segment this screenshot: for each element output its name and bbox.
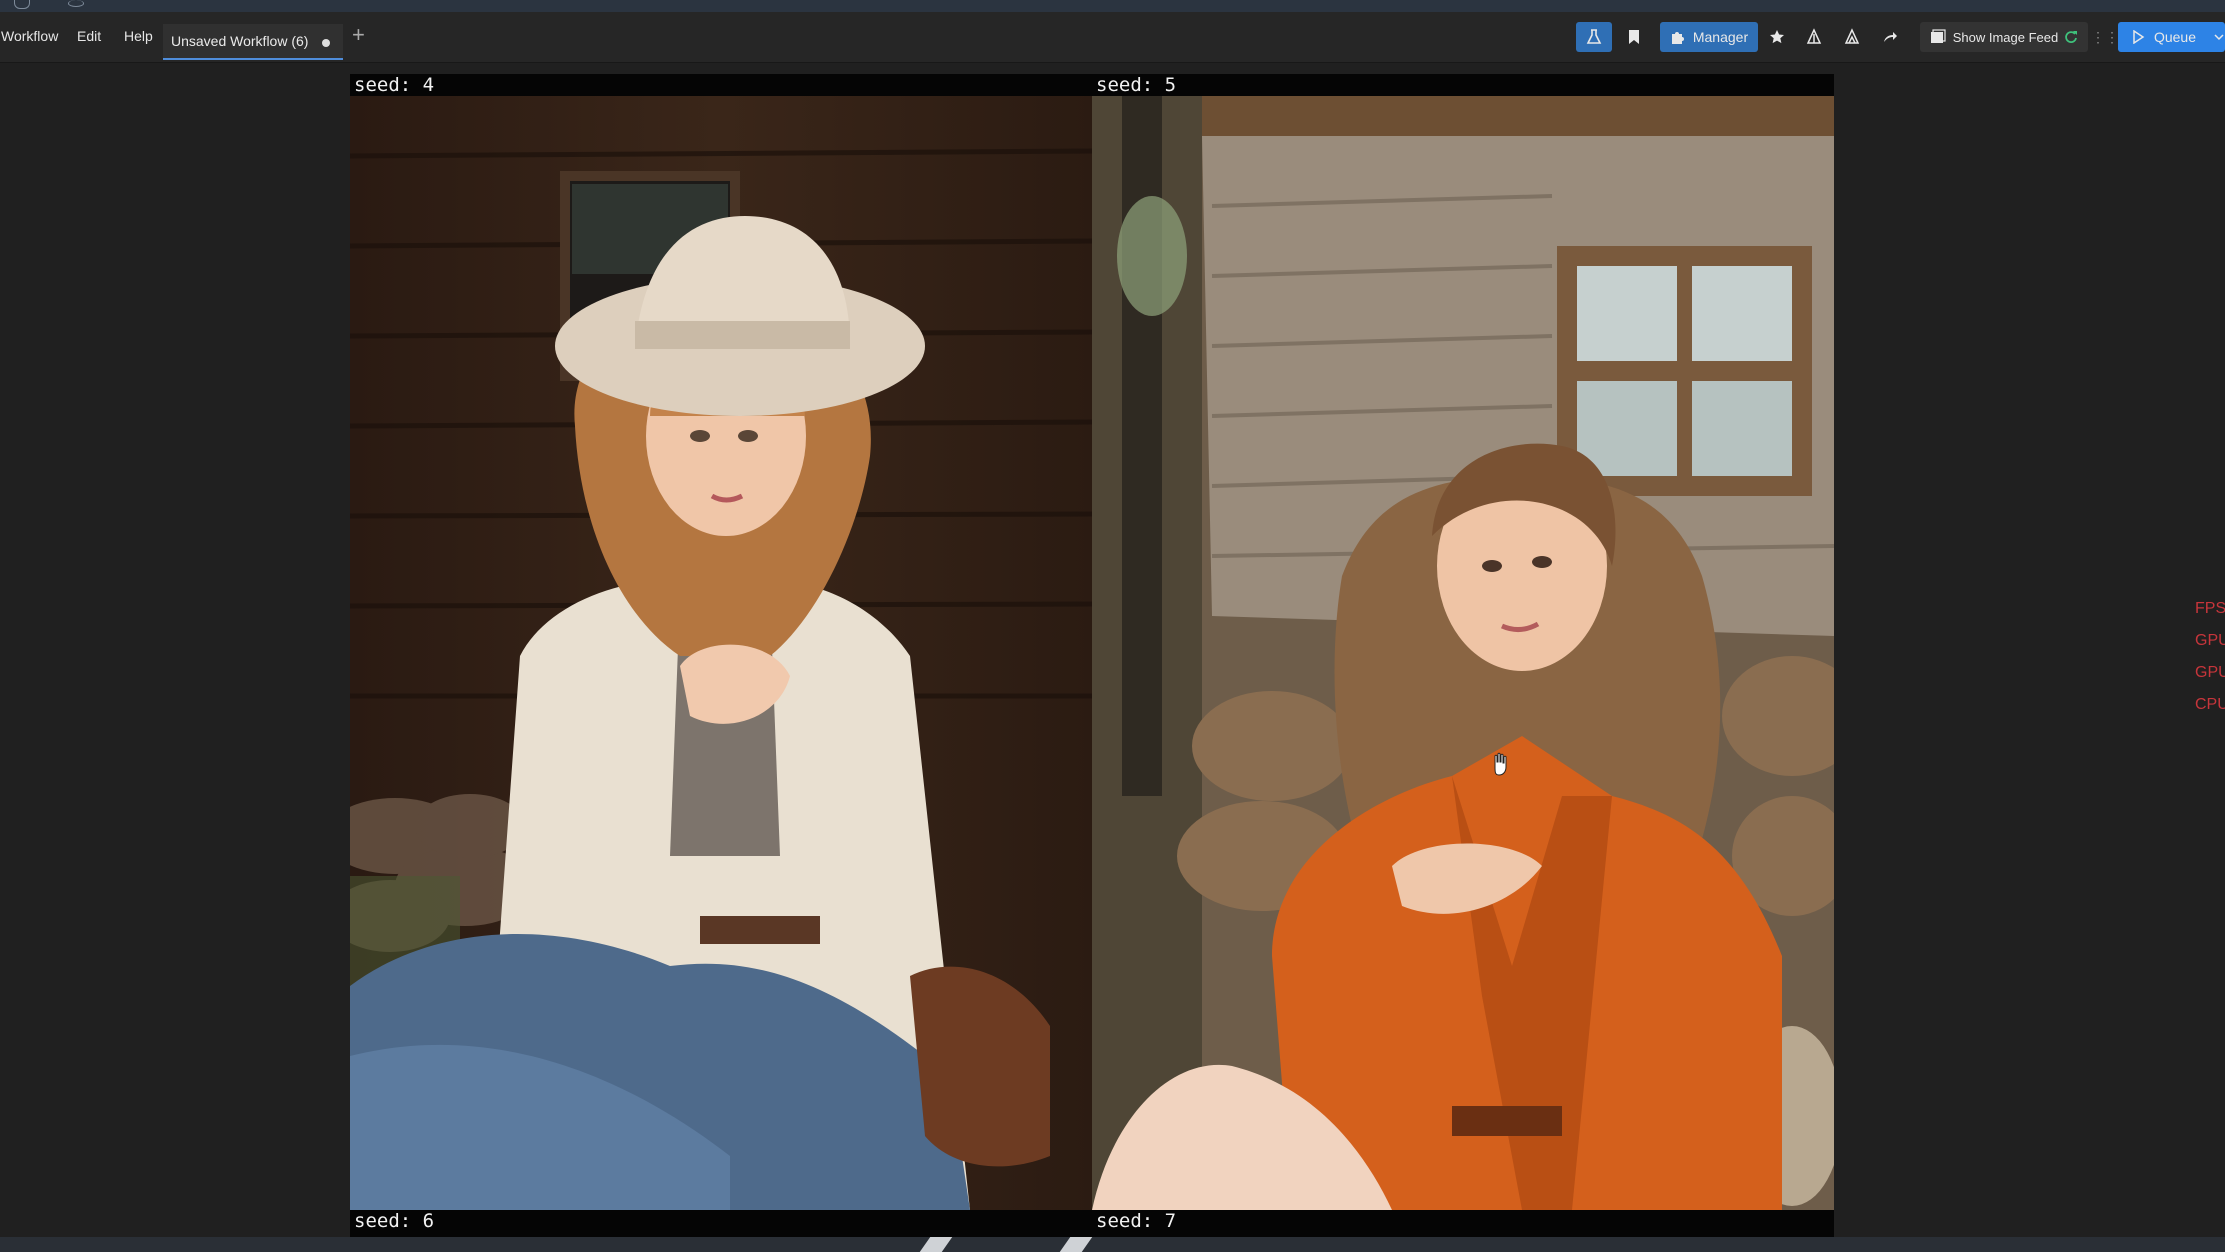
menu-bar: Workflow Edit Help Unsaved Workflow (6) …: [0, 12, 2225, 63]
refresh-icon: [2065, 31, 2078, 43]
show-image-feed-label: Show Image Feed: [1952, 29, 2059, 45]
queue-label: Queue: [2153, 29, 2197, 45]
manager-label: Manager: [1692, 29, 1749, 45]
drag-handle-icon[interactable]: ⋮⋮: [2091, 22, 2119, 52]
bottom-bar: [0, 1237, 2225, 1252]
menu-workflow[interactable]: Workflow: [1, 28, 58, 44]
grid-cell[interactable]: seed: 5: [1092, 74, 1834, 1210]
chevron-down-icon: [2214, 34, 2224, 41]
seed-label: seed: 6: [354, 1210, 435, 1232]
play-icon: [2133, 30, 2145, 44]
seed-label: seed: 4: [354, 74, 435, 96]
mouse-cursor-icon: [1494, 752, 1507, 776]
window-circle-icon: [68, 0, 84, 7]
image-grid[interactable]: seed: 4 seed: 5 seed: 6 seed: 7: [350, 74, 1834, 1237]
gpu-stat: GPU: [2195, 664, 2225, 681]
menu-help[interactable]: Help: [124, 28, 153, 44]
generated-image[interactable]: [1092, 96, 1834, 1210]
star-icon[interactable]: [1764, 22, 1790, 52]
stripe: [1059, 1237, 1093, 1252]
workflow-tab[interactable]: Unsaved Workflow (6): [163, 24, 343, 60]
window-grid-icon: [14, 0, 30, 9]
flask-icon[interactable]: [1576, 22, 1612, 52]
image-icon: [1930, 29, 1946, 43]
menu-edit[interactable]: Edit: [77, 28, 101, 44]
manager-button[interactable]: Manager: [1660, 22, 1758, 52]
fps-stat: FPS: [2195, 600, 2225, 617]
grid-cell[interactable]: seed: 7: [1092, 1210, 1834, 1237]
add-tab-icon[interactable]: +: [352, 22, 365, 48]
grid-cell[interactable]: seed: 4: [350, 74, 1092, 1210]
grid-cell[interactable]: seed: 6: [350, 1210, 1092, 1237]
bookmark-icon[interactable]: [1620, 22, 1648, 52]
unsaved-dot-icon: [322, 39, 330, 47]
queue-button[interactable]: Queue: [2118, 22, 2225, 52]
stripe: [919, 1237, 953, 1252]
tree-alt-icon[interactable]: [1839, 22, 1865, 52]
show-image-feed-button[interactable]: Show Image Feed: [1920, 22, 2088, 52]
puzzle-icon: [1671, 32, 1684, 44]
share-icon[interactable]: [1877, 22, 1903, 52]
seed-label: seed: 5: [1096, 74, 1177, 96]
generated-image[interactable]: [350, 96, 1092, 1210]
seed-label: seed: 7: [1096, 1210, 1177, 1232]
workflow-tab-title: Unsaved Workflow (6): [171, 33, 309, 49]
cpu-stat: CPU: [2195, 696, 2225, 713]
gpu-stat: GPU: [2195, 632, 2225, 649]
tree-icon[interactable]: [1801, 22, 1827, 52]
